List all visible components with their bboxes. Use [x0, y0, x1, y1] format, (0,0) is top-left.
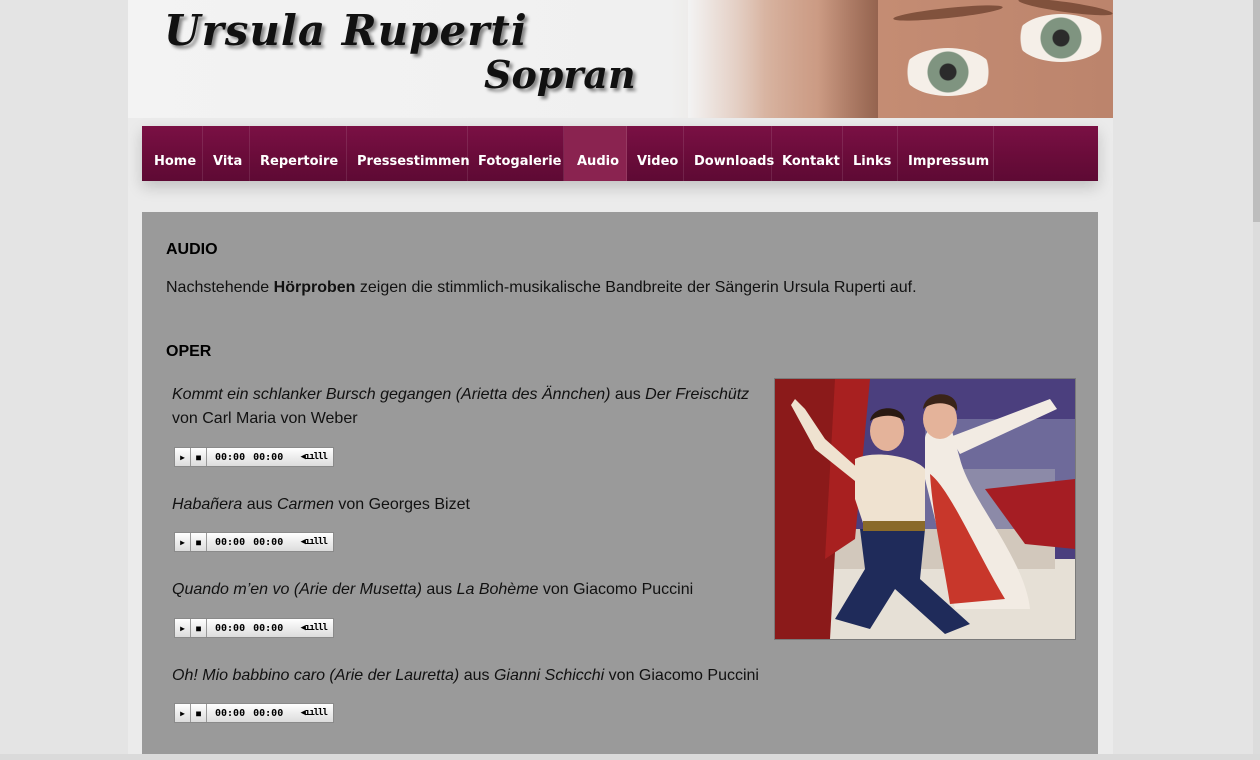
- stop-icon[interactable]: ■: [191, 533, 207, 551]
- header-hair-shade: [818, 0, 878, 118]
- total-time: 00:00: [253, 536, 284, 548]
- site-title: Ursula Ruperti: [164, 6, 528, 55]
- total-time: 00:00: [253, 707, 284, 719]
- track-work: Gianni Schicchi: [493, 667, 605, 684]
- track-composer: von Carl Maria von Weber: [172, 410, 358, 427]
- track-aus: aus: [459, 667, 494, 684]
- nav-item-repertoire[interactable]: Repertoire: [250, 126, 347, 181]
- brow-left: [892, 2, 1004, 24]
- main-navigation: Home Vita Repertoire Pressestimmen Fotog…: [142, 126, 1098, 181]
- track-title: Oh! Mio babbino caro (Arie der Lauretta): [172, 667, 460, 684]
- site-subtitle: Sopran: [484, 52, 636, 97]
- track-entry: Habañera aus Carmen von Georges Bizet: [172, 493, 762, 517]
- track-composer: von Giacomo Puccini: [538, 581, 694, 598]
- play-icon[interactable]: ▶: [175, 448, 191, 466]
- audio-player: ▶ ■ 00:00 00:00 ◀ıılll: [174, 447, 334, 467]
- nav-item-kontakt[interactable]: Kontakt: [772, 126, 843, 181]
- play-icon[interactable]: ▶: [175, 533, 191, 551]
- track-title: Quando m’en vo (Arie der Musetta): [172, 581, 422, 598]
- track-aus: aus: [610, 386, 646, 403]
- stop-icon[interactable]: ■: [191, 448, 207, 466]
- track-composer: von Giacomo Puccini: [604, 667, 759, 684]
- intro-text-end: zeigen die stimmlich-musikalische Bandbr…: [355, 279, 917, 296]
- eye-right: [1016, 14, 1106, 62]
- nav-item-audio[interactable]: Audio: [564, 126, 627, 181]
- track-aus: aus: [242, 496, 277, 513]
- page-heading: AUDIO: [166, 241, 218, 258]
- opera-performance-photo: [774, 378, 1076, 640]
- eye-left: [903, 48, 993, 96]
- nav-item-downloads[interactable]: Downloads: [684, 126, 774, 181]
- current-time: 00:00: [215, 707, 246, 719]
- intro-text-bold: Hörproben: [273, 279, 356, 296]
- horizontal-scrollbar[interactable]: [0, 754, 1260, 760]
- play-icon[interactable]: ▶: [175, 619, 191, 637]
- current-time: 00:00: [215, 451, 246, 463]
- play-icon[interactable]: ▶: [175, 704, 191, 722]
- track-title: Habañera: [172, 496, 243, 513]
- track-work: Der Freischütz: [645, 386, 750, 403]
- audio-player: ▶ ■ 00:00 00:00 ◀ıılll: [174, 703, 334, 723]
- nav-item-links[interactable]: Links: [843, 126, 898, 181]
- header-portrait: [688, 0, 1113, 118]
- track-entry: Kommt ein schlanker Bursch gegangen (Ari…: [172, 383, 762, 431]
- current-time: 00:00: [215, 536, 246, 548]
- content-area: AUDIO Nachstehende Hörproben zeigen die …: [142, 212, 1098, 760]
- volume-icon[interactable]: ◀ıılll: [300, 452, 327, 462]
- audio-player: ▶ ■ 00:00 00:00 ◀ıılll: [174, 532, 334, 552]
- nav-item-vita[interactable]: Vita: [203, 126, 250, 181]
- section-heading-oper: OPER: [166, 343, 212, 360]
- total-time: 00:00: [253, 622, 284, 634]
- volume-icon[interactable]: ◀ıılll: [300, 623, 327, 633]
- track-work: Carmen: [276, 496, 334, 513]
- volume-icon[interactable]: ◀ıılll: [300, 708, 327, 718]
- current-time: 00:00: [215, 622, 246, 634]
- intro-text-start: Nachstehende: [166, 279, 274, 296]
- site-header: Ursula Ruperti Sopran: [128, 0, 1113, 118]
- track-work: La Bohème: [456, 581, 539, 598]
- nav-item-home[interactable]: Home: [142, 126, 203, 181]
- track-entry: Oh! Mio babbino caro (Arie der Lauretta)…: [172, 664, 762, 688]
- audio-player: ▶ ■ 00:00 00:00 ◀ıılll: [174, 618, 334, 638]
- vertical-scrollbar[interactable]: [1253, 0, 1260, 760]
- volume-icon[interactable]: ◀ıılll: [300, 537, 327, 547]
- nav-item-pressestimmen[interactable]: Pressestimmen: [347, 126, 470, 181]
- nav-item-fotogalerie[interactable]: Fotogalerie: [468, 126, 564, 181]
- nav-item-video[interactable]: Video: [627, 126, 684, 181]
- photo-illustration: [775, 379, 1075, 639]
- stop-icon[interactable]: ■: [191, 704, 207, 722]
- nav-item-impressum[interactable]: Impressum: [898, 126, 994, 181]
- track-composer: von Georges Bizet: [333, 496, 470, 513]
- intro-paragraph: Nachstehende Hörproben zeigen die stimml…: [166, 279, 917, 297]
- track-title: Kommt ein schlanker Bursch gegangen (Ari…: [172, 386, 611, 403]
- track-entry: Quando m’en vo (Arie der Musetta) aus La…: [172, 578, 762, 602]
- stop-icon[interactable]: ■: [191, 619, 207, 637]
- scrollbar-thumb[interactable]: [1253, 0, 1260, 222]
- page-container: Ursula Ruperti Sopran Home Vita Repertoi…: [128, 0, 1113, 760]
- total-time: 00:00: [253, 451, 284, 463]
- track-aus: aus: [421, 581, 457, 598]
